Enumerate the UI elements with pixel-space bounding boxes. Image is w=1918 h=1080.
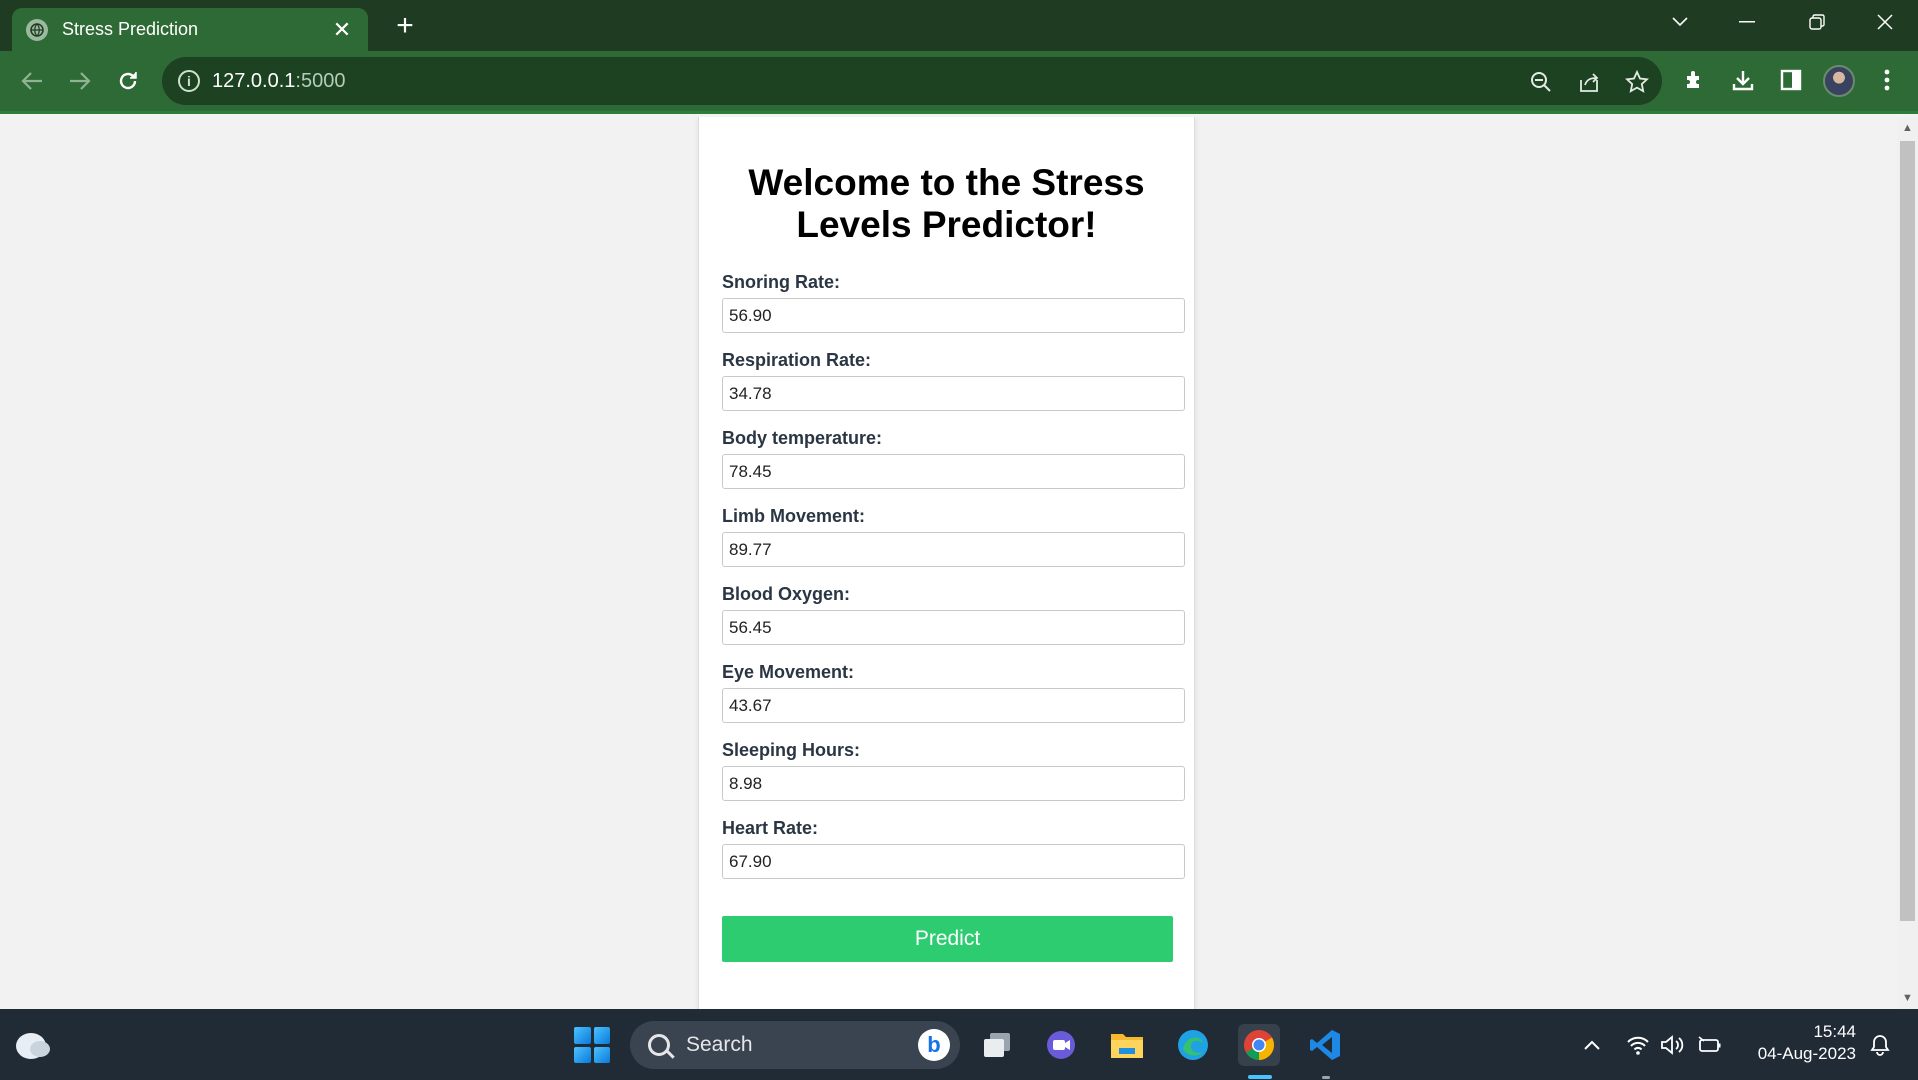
limb-movement-label: Limb Movement: bbox=[722, 506, 866, 526]
blood-oxygen-label: Blood Oxygen: bbox=[722, 584, 851, 604]
tab-title: Stress Prediction bbox=[62, 19, 199, 39]
blood-oxygen-input[interactable] bbox=[722, 610, 1185, 645]
new-tab-button[interactable]: + bbox=[388, 10, 422, 44]
eye-movement-label: Eye Movement: bbox=[722, 662, 855, 682]
globe-icon bbox=[26, 18, 48, 41]
tab-search-icon[interactable] bbox=[1645, 0, 1715, 44]
vscode-running-indicator bbox=[1322, 1076, 1330, 1079]
sleeping-hours-label: Sleeping Hours: bbox=[722, 740, 861, 760]
page-scrollbar[interactable]: ▲ ▼ bbox=[1897, 117, 1918, 1009]
predictor-card: Welcome to the Stress Levels Predictor! … bbox=[698, 117, 1195, 1009]
url-host: 127.0.0.1 bbox=[212, 69, 296, 92]
teams-chat-icon[interactable] bbox=[1040, 1024, 1082, 1066]
tab-stress-prediction[interactable]: Stress Prediction ✕ bbox=[12, 8, 368, 51]
file-explorer-icon[interactable] bbox=[1106, 1024, 1148, 1066]
zoom-out-icon[interactable] bbox=[1528, 69, 1554, 95]
respiration-rate-input[interactable] bbox=[722, 376, 1185, 411]
notification-bell-icon[interactable] bbox=[1866, 1031, 1894, 1059]
eye-movement-input[interactable] bbox=[722, 688, 1185, 723]
body-temperature-input[interactable] bbox=[722, 454, 1185, 489]
vscode-icon[interactable] bbox=[1304, 1024, 1346, 1066]
volume-icon[interactable] bbox=[1658, 1031, 1686, 1059]
body-temperature-label: Body temperature: bbox=[722, 428, 883, 448]
profile-avatar[interactable] bbox=[1823, 65, 1855, 97]
share-icon[interactable] bbox=[1576, 69, 1602, 95]
heart-rate-label: Heart Rate: bbox=[722, 818, 819, 838]
start-button[interactable] bbox=[574, 1027, 610, 1063]
scrollbar-thumb[interactable] bbox=[1900, 141, 1915, 921]
clock-time: 15:44 bbox=[1813, 1022, 1856, 1041]
extensions-icon[interactable] bbox=[1680, 65, 1710, 95]
snoring-rate-input[interactable] bbox=[722, 298, 1185, 333]
windows-taskbar: Search b 15:44 04-Aug-2023 bbox=[0, 1009, 1918, 1080]
close-tab-icon[interactable]: ✕ bbox=[330, 17, 354, 43]
taskbar-clock[interactable]: 15:44 04-Aug-2023 bbox=[1740, 1021, 1856, 1065]
bing-icon[interactable]: b bbox=[918, 1029, 950, 1061]
scroll-down-arrow-icon[interactable]: ▼ bbox=[1902, 993, 1913, 1004]
address-bar[interactable]: i 127.0.0.1 :5000 bbox=[162, 57, 1662, 105]
site-info-icon[interactable]: i bbox=[178, 70, 200, 92]
battery-icon[interactable] bbox=[1696, 1031, 1724, 1059]
clock-date: 04-Aug-2023 bbox=[1757, 1044, 1856, 1063]
reload-button[interactable] bbox=[110, 63, 146, 99]
bookmark-star-icon[interactable] bbox=[1624, 69, 1650, 95]
menu-kebab-icon[interactable] bbox=[1872, 65, 1902, 95]
minimize-button[interactable] bbox=[1712, 0, 1782, 44]
wifi-icon[interactable] bbox=[1624, 1031, 1652, 1059]
side-panel-icon[interactable] bbox=[1776, 65, 1806, 95]
browser-tab-strip: Stress Prediction ✕ + bbox=[0, 0, 1918, 51]
task-view-icon[interactable] bbox=[976, 1024, 1018, 1066]
respiration-rate-label: Respiration Rate: bbox=[722, 350, 872, 370]
show-hidden-icons-chevron-up-icon[interactable] bbox=[1578, 1031, 1606, 1059]
weather-icon[interactable] bbox=[14, 1029, 50, 1059]
downloads-icon[interactable] bbox=[1728, 65, 1758, 95]
forward-button[interactable] bbox=[62, 63, 98, 99]
limb-movement-input[interactable] bbox=[722, 532, 1185, 567]
heart-rate-input[interactable] bbox=[722, 844, 1185, 879]
snoring-rate-label: Snoring Rate: bbox=[722, 272, 841, 292]
page-title: Welcome to the Stress Levels Predictor! bbox=[748, 162, 1145, 245]
back-button[interactable] bbox=[14, 63, 50, 99]
close-window-button[interactable] bbox=[1850, 0, 1918, 44]
browser-toolbar: i 127.0.0.1 :5000 bbox=[0, 51, 1918, 114]
restore-button[interactable] bbox=[1782, 0, 1852, 44]
page-viewport: Welcome to the Stress Levels Predictor! … bbox=[0, 117, 1897, 1009]
sleeping-hours-input[interactable] bbox=[722, 766, 1185, 801]
edge-browser-icon[interactable] bbox=[1172, 1024, 1214, 1066]
taskbar-search[interactable]: Search b bbox=[630, 1021, 960, 1069]
chrome-active-indicator bbox=[1248, 1075, 1272, 1079]
predict-button[interactable]: Predict bbox=[722, 916, 1173, 962]
url-port: :5000 bbox=[295, 69, 346, 92]
scroll-up-arrow-icon[interactable]: ▲ bbox=[1902, 123, 1913, 134]
taskbar-search-placeholder: Search bbox=[686, 1033, 753, 1056]
search-icon bbox=[648, 1034, 670, 1056]
chrome-browser-icon[interactable] bbox=[1238, 1024, 1280, 1066]
